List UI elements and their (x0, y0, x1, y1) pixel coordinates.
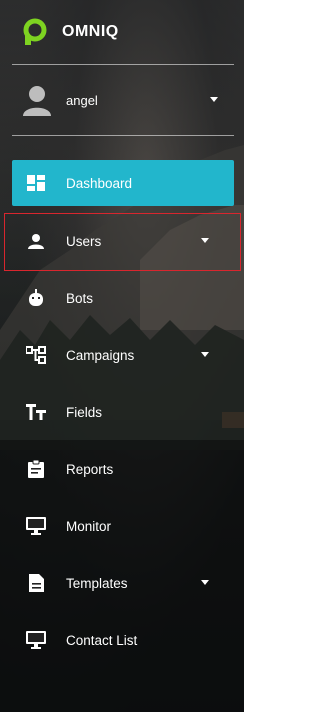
chevron-down-icon[interactable] (210, 97, 218, 102)
nav-item-campaigns[interactable]: Campaigns (12, 332, 234, 378)
nav-item-fields[interactable]: Fields (12, 389, 234, 435)
nav-item-reports[interactable]: Reports (12, 446, 234, 492)
nav-label: Templates (66, 575, 128, 591)
clipboard-icon (26, 459, 46, 479)
nav-item-dashboard[interactable]: Dashboard (12, 160, 234, 206)
brand[interactable]: OMNIQ (22, 16, 119, 48)
avatar-icon (23, 86, 51, 116)
nav-label: Bots (66, 290, 94, 306)
nav-item-monitor[interactable]: Monitor (12, 503, 234, 549)
divider (12, 64, 234, 65)
omniq-logo-icon (23, 18, 47, 45)
nav-item-contact-list[interactable]: Contact List (12, 617, 234, 663)
nav-item-bots[interactable]: Bots (12, 275, 234, 321)
document-icon (26, 573, 46, 593)
campaigns-icon (26, 345, 46, 365)
text-fields-icon (26, 402, 46, 422)
selection-highlight (4, 213, 241, 271)
nav-label: Reports (66, 461, 114, 477)
monitor-icon (26, 516, 46, 536)
divider (12, 135, 234, 136)
user-name: angel (66, 92, 98, 108)
brand-name: OMNIQ (62, 23, 119, 40)
nav-label: Monitor (66, 518, 112, 534)
dashboard-icon (26, 173, 46, 193)
chevron-down-icon (201, 352, 209, 357)
monitor-icon (26, 630, 46, 650)
nav-label: Dashboard (66, 175, 133, 191)
sidebar: OMNIQ angel Dashboard Users Bots Campaig… (0, 0, 244, 712)
nav-item-templates[interactable]: Templates (12, 560, 234, 606)
nav-label: Fields (66, 404, 103, 420)
user-menu[interactable]: angel (22, 82, 232, 118)
nav-label: Contact List (66, 632, 138, 648)
nav-label: Campaigns (66, 347, 135, 363)
chevron-down-icon (201, 580, 209, 585)
bot-icon (26, 288, 46, 308)
